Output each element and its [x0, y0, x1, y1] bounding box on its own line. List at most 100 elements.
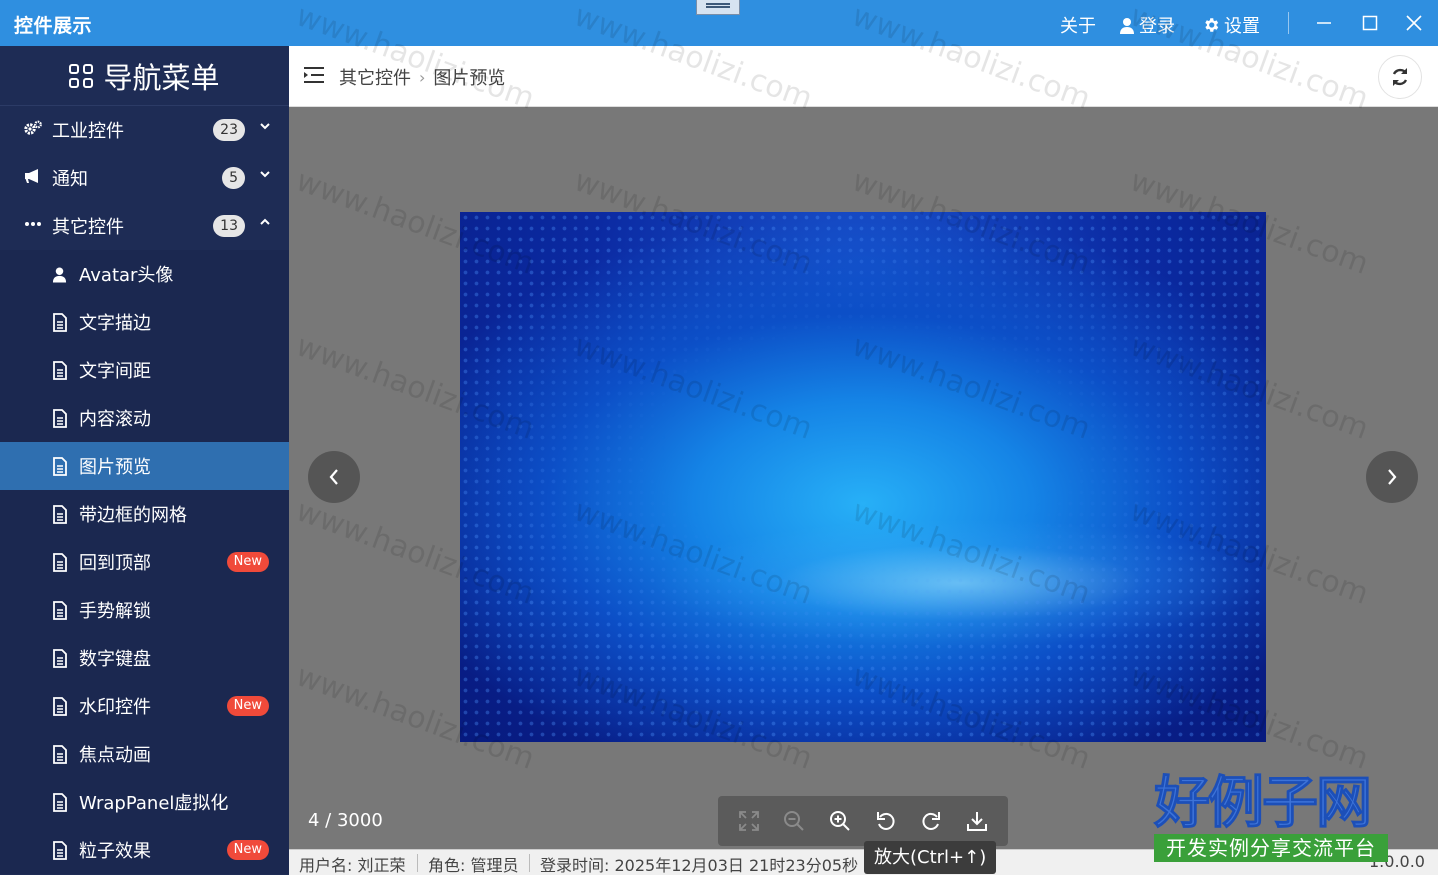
document-icon [52, 408, 70, 428]
sidebar-group-other[interactable]: 其它控件 13 [0, 202, 289, 250]
sidebar-header: 导航菜单 [0, 46, 289, 106]
sidebar-item-label: WrapPanel虚拟化 [79, 793, 229, 814]
about-label: 关于 [1060, 16, 1096, 37]
login-link[interactable]: 登录 [1119, 12, 1175, 38]
status-login-time: 登录时间: 2025年12月03日 21时23分05秒 [540, 856, 859, 875]
document-icon [52, 456, 70, 476]
title-bar: 控件展示 关于 登录 设置 [0, 0, 1438, 46]
sidebar-item-label: 水印控件 [79, 697, 151, 718]
breadcrumb-parent[interactable]: 其它控件 [339, 64, 411, 90]
chevron-down-icon [259, 168, 271, 184]
sidebar-item-label: 粒子效果 [79, 841, 151, 862]
zoom-out-button[interactable] [778, 805, 810, 837]
zoom-in-tooltip: 放大(Ctrl+↑) [864, 841, 997, 874]
sidebar-item-watermark[interactable]: 水印控件 New [0, 682, 289, 730]
breadcrumb-current: 图片预览 [433, 68, 506, 89]
rotate-right-button[interactable] [915, 805, 947, 837]
site-logo: 好例子网 开发实例分享交流平台 [1154, 772, 1390, 866]
sidebar-title: 导航菜单 [103, 60, 220, 95]
chevron-right-icon: › [419, 67, 426, 87]
document-icon [52, 696, 70, 716]
status-role: 角色: 管理员 [428, 856, 519, 875]
settings-label: 设置 [1224, 16, 1260, 37]
refresh-icon [1392, 68, 1408, 86]
divider [1288, 12, 1289, 34]
rotate-right-icon [922, 812, 941, 830]
sidebar-item-label: 回到顶部 [79, 553, 151, 574]
divider [417, 854, 418, 872]
drag-handle[interactable] [696, 0, 740, 15]
user-icon [52, 266, 70, 283]
login-label: 登录 [1139, 16, 1175, 37]
document-icon [52, 840, 70, 860]
zoom-in-button[interactable] [824, 805, 856, 837]
rotate-left-button[interactable] [870, 805, 902, 837]
settings-link[interactable]: 设置 [1202, 12, 1260, 38]
download-icon [967, 812, 988, 831]
document-icon [52, 648, 70, 668]
new-badge: New [226, 552, 269, 572]
chevron-down-icon [259, 120, 271, 136]
sidebar-item-wrappanel[interactable]: WrapPanel虚拟化 [0, 778, 289, 826]
sidebar-item-label: 文字间距 [79, 361, 151, 382]
status-user: 用户名: 刘正荣 [299, 856, 406, 875]
document-icon [52, 552, 70, 572]
maximize-icon [1362, 15, 1378, 31]
image-preview-area: 4 / 3000 [289, 107, 1438, 849]
sidebar-submenu: Avatar头像 文字描边 文字间距 内容滚动 图片预览 带边框的网格 回到顶部… [0, 250, 289, 874]
menu-fold-icon [304, 67, 324, 83]
chevron-up-icon [259, 216, 271, 232]
maximize-button[interactable] [1355, 8, 1385, 38]
sidebar-group-industrial[interactable]: 工业控件 23 [0, 106, 289, 154]
sidebar-item-gesture-unlock[interactable]: 手势解锁 [0, 586, 289, 634]
refresh-button[interactable] [1378, 55, 1422, 99]
new-badge: New [226, 696, 269, 716]
document-icon [52, 600, 70, 620]
close-button[interactable] [1399, 8, 1429, 38]
sidebar-item-avatar[interactable]: Avatar头像 [0, 250, 289, 298]
sidebar-item-focus-animation[interactable]: 焦点动画 [0, 730, 289, 778]
menu-toggle-button[interactable] [303, 66, 325, 88]
sidebar-item-label: 图片预览 [79, 457, 151, 478]
about-link[interactable]: 关于 [1060, 12, 1096, 38]
sidebar-group-label: 其它控件 [52, 217, 124, 238]
document-icon [52, 312, 70, 332]
new-badge: New [226, 840, 269, 860]
sidebar-group-notice[interactable]: 通知 5 [0, 154, 289, 202]
sidebar-item-back-to-top[interactable]: 回到顶部 New [0, 538, 289, 586]
sidebar-item-number-keyboard[interactable]: 数字键盘 [0, 634, 289, 682]
logo-subtitle: 开发实例分享交流平台 [1154, 834, 1388, 862]
cogs-icon [22, 120, 44, 140]
bullhorn-icon [22, 168, 44, 188]
chevron-left-icon [329, 469, 338, 485]
document-icon [52, 360, 70, 380]
fullscreen-button[interactable] [733, 805, 765, 837]
zoom-out-icon [784, 811, 805, 831]
download-button[interactable] [961, 805, 993, 837]
app-title: 控件展示 [14, 15, 93, 37]
close-icon [1406, 15, 1422, 31]
sidebar-item-label: 文字描边 [79, 313, 151, 334]
chevron-right-icon [1388, 469, 1397, 485]
ellipsis-icon [22, 216, 44, 236]
sidebar-item-label: 内容滚动 [79, 409, 151, 430]
count-badge: 23 [213, 119, 245, 141]
sidebar-item-bordered-grid[interactable]: 带边框的网格 [0, 490, 289, 538]
breadcrumb: 其它控件 › 图片预览 [339, 64, 505, 90]
previous-image-button[interactable] [308, 451, 360, 503]
next-image-button[interactable] [1366, 451, 1418, 503]
fullscreen-icon [738, 811, 759, 831]
apps-grid-icon [69, 63, 94, 88]
preview-image[interactable] [460, 212, 1266, 742]
sidebar-item-image-preview[interactable]: 图片预览 [0, 442, 289, 490]
divider [529, 854, 530, 872]
sidebar-item-label: 带边框的网格 [79, 505, 187, 526]
sidebar-item-text-spacing[interactable]: 文字间距 [0, 346, 289, 394]
minimize-button[interactable] [1309, 8, 1339, 38]
sidebar-item-text-stroke[interactable]: 文字描边 [0, 298, 289, 346]
main-header: 其它控件 › 图片预览 [289, 46, 1438, 107]
rotate-left-icon [876, 812, 895, 830]
sidebar-item-particle-effect[interactable]: 粒子效果 New [0, 826, 289, 874]
sidebar-item-content-scroll[interactable]: 内容滚动 [0, 394, 289, 442]
count-badge: 5 [222, 167, 245, 189]
